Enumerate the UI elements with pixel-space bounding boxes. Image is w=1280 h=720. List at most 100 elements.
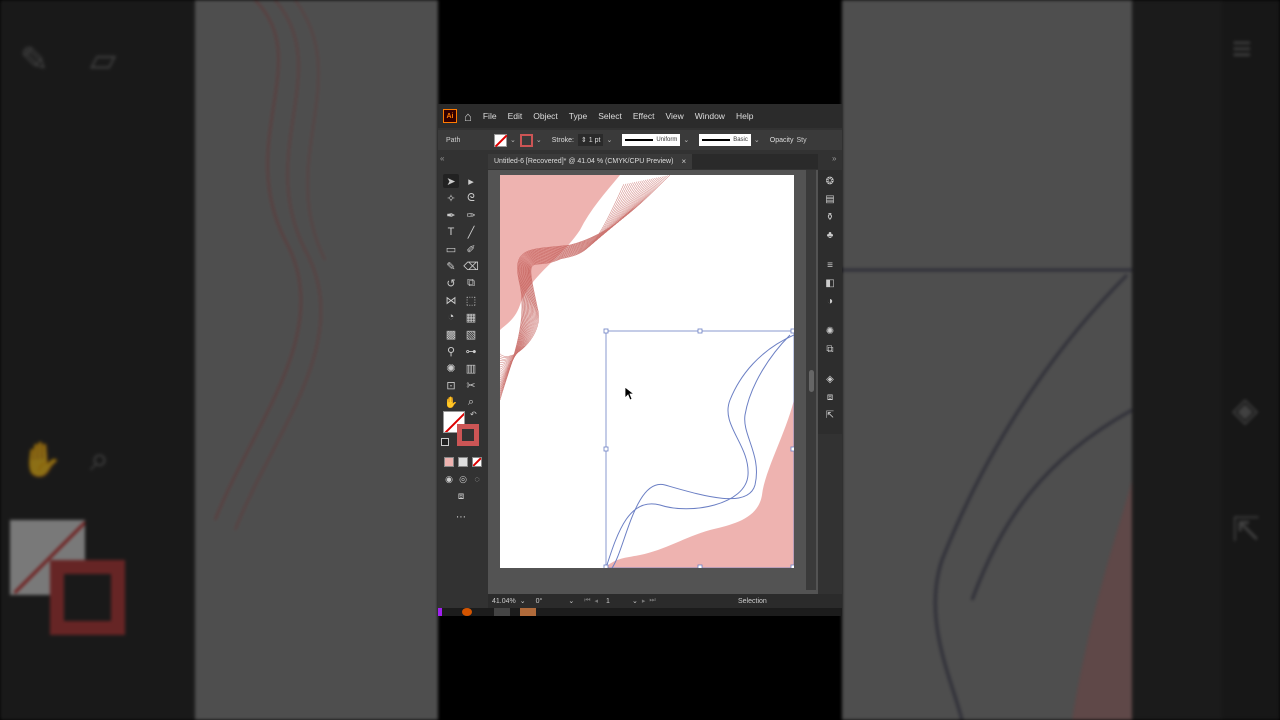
scale-tool-icon[interactable]: ⧉: [463, 276, 479, 290]
canvas[interactable]: [488, 170, 818, 594]
shape-builder-tool-icon[interactable]: ◔: [443, 310, 459, 324]
scrollbar-thumb[interactable]: [809, 370, 814, 392]
chevron-down-icon[interactable]: ⌄: [683, 136, 689, 144]
lasso-tool-icon[interactable]: ᘓ: [463, 191, 479, 205]
free-transform-tool-icon[interactable]: ⬚: [463, 293, 479, 307]
selection-type-label: Path: [446, 136, 461, 144]
first-artboard-icon[interactable]: ⏮: [584, 597, 590, 605]
shaper-tool-icon[interactable]: ✎: [443, 259, 459, 273]
gradient-mode-icon[interactable]: [458, 457, 468, 467]
gradient-panel-icon[interactable]: ◧: [822, 276, 838, 290]
chevron-down-icon[interactable]: ⌄: [536, 136, 542, 144]
appearance-panel-icon[interactable]: ✺: [822, 324, 838, 338]
chevron-down-icon[interactable]: ⌄: [568, 597, 574, 605]
opacity-link[interactable]: Opacity: [770, 137, 794, 144]
menu-file[interactable]: File: [483, 111, 497, 121]
document-tab[interactable]: Untitled-6 [Recovered]* @ 41.04 % (CMYK/…: [488, 154, 693, 169]
swap-colors-icon[interactable]: ↶: [470, 410, 477, 419]
next-artboard-icon[interactable]: ▸: [642, 597, 646, 605]
last-artboard-icon[interactable]: ⏭: [649, 597, 655, 605]
zoom-tool-icon[interactable]: ⌕: [463, 395, 479, 409]
app-logo: Ai: [443, 109, 457, 123]
edit-toolbar-icon[interactable]: ⋯: [453, 510, 469, 524]
menu-object[interactable]: Object: [533, 111, 558, 121]
artboard[interactable]: [500, 175, 794, 568]
style-link[interactable]: Sty: [797, 137, 807, 144]
blur-layers-icon: ◈: [1232, 391, 1259, 429]
chevron-down-icon[interactable]: ⌄: [510, 136, 516, 144]
rotate-tool-icon[interactable]: ↺: [443, 276, 459, 290]
app-icon[interactable]: [494, 608, 510, 616]
gradient-tool-icon[interactable]: ▧: [463, 327, 479, 341]
stroke-swatch[interactable]: [457, 424, 479, 446]
mesh-tool-icon[interactable]: ▩: [443, 327, 459, 341]
illustrator-taskbar-icon[interactable]: [520, 608, 536, 616]
slice-tool-icon[interactable]: ✂: [463, 378, 479, 392]
asset-export-panel-icon[interactable]: ⇱: [822, 408, 838, 422]
menu-edit[interactable]: Edit: [508, 111, 523, 121]
document-tab-title: Untitled-6 [Recovered]* @ 41.04 % (CMYK/…: [494, 158, 674, 165]
layers-panel-icon[interactable]: ◈: [822, 372, 838, 386]
fill-color-picker[interactable]: [494, 133, 507, 147]
symbol-sprayer-tool-icon[interactable]: ✺: [443, 361, 459, 375]
variable-width-profile[interactable]: Uniform: [622, 134, 681, 146]
column-graph-tool-icon[interactable]: ▥: [463, 361, 479, 375]
draw-inside-icon[interactable]: ◌: [469, 472, 485, 486]
stroke-color-picker[interactable]: [519, 133, 533, 147]
artboard-tool-icon[interactable]: ⊡: [443, 378, 459, 392]
selection-tool-icon[interactable]: ➤: [443, 174, 459, 188]
close-icon[interactable]: ×: [681, 157, 686, 166]
menu-effect[interactable]: Effect: [633, 111, 655, 121]
paintbrush-tool-icon[interactable]: ✐: [463, 242, 479, 256]
brushes-panel-icon[interactable]: ⚱: [822, 210, 838, 224]
status-bar: 41.04% ⌄ 0° ⌄ ⏮ ◂ 1 ⌄ ▸ ⏭ Selection: [488, 594, 842, 608]
symbols-panel-icon[interactable]: ♣: [822, 228, 838, 242]
stepper-icon[interactable]: ⇕: [581, 136, 587, 144]
brush-definition[interactable]: Basic: [699, 134, 751, 146]
blend-tool-icon[interactable]: ⊶: [463, 344, 479, 358]
blur-export-icon: ⇱: [1232, 511, 1261, 549]
eyedropper-tool-icon[interactable]: ⚲: [443, 344, 459, 358]
default-colors-icon[interactable]: [441, 438, 449, 446]
perspective-grid-tool-icon[interactable]: ▦: [463, 310, 479, 324]
color-panel-icon[interactable]: ❂: [822, 174, 838, 188]
magic-wand-tool-icon[interactable]: ✧: [443, 191, 459, 205]
zoom-level[interactable]: 41.04%: [492, 598, 516, 605]
color-mode-icon[interactable]: [444, 457, 454, 467]
artboards-panel-icon[interactable]: ⧈: [822, 390, 838, 404]
chevron-down-icon[interactable]: ⌄: [754, 136, 760, 144]
menu-type[interactable]: Type: [569, 111, 587, 121]
screen-mode-icon[interactable]: ⧈: [453, 489, 469, 503]
browser-icon[interactable]: [462, 608, 472, 616]
collapse-toolbar-icon[interactable]: «: [440, 154, 444, 163]
menu-view[interactable]: View: [665, 111, 683, 121]
graphic-styles-panel-icon[interactable]: ⧉: [822, 342, 838, 356]
none-mode-icon[interactable]: [472, 457, 482, 467]
chevron-down-icon[interactable]: ⌄: [606, 136, 612, 144]
stroke-panel-icon[interactable]: ≡: [822, 258, 838, 272]
direct-selection-tool-icon[interactable]: ▸: [463, 174, 479, 188]
width-tool-icon[interactable]: ⋈: [443, 293, 459, 307]
chevron-down-icon[interactable]: ⌄: [632, 597, 638, 605]
hand-tool-icon[interactable]: ✋: [443, 395, 459, 409]
menu-select[interactable]: Select: [598, 111, 622, 121]
collapse-panels-icon[interactable]: »: [832, 154, 836, 163]
chevron-down-icon[interactable]: ⌄: [520, 597, 526, 605]
eraser-tool-icon[interactable]: ⌫: [463, 259, 479, 273]
artboard-number[interactable]: 1: [606, 598, 610, 605]
pen-tool-icon[interactable]: ✒: [443, 208, 459, 222]
home-icon[interactable]: ⌂: [464, 109, 472, 124]
swatches-panel-icon[interactable]: ▤: [822, 192, 838, 206]
blur-stroke-swatch: [50, 560, 125, 635]
curvature-tool-icon[interactable]: ✑: [463, 208, 479, 222]
mouse-cursor-icon: [624, 386, 636, 401]
rectangle-tool-icon[interactable]: ▭: [443, 242, 459, 256]
type-tool-icon[interactable]: T: [443, 225, 459, 239]
transparency-panel-icon[interactable]: ◑: [822, 294, 838, 308]
stroke-weight-field[interactable]: ⇕ 1 pt: [577, 134, 604, 146]
menu-help[interactable]: Help: [736, 111, 753, 121]
menu-window[interactable]: Window: [695, 111, 725, 121]
previous-artboard-icon[interactable]: ◂: [595, 597, 599, 605]
line-tool-icon[interactable]: ╱: [463, 225, 479, 239]
rotation-value[interactable]: 0°: [536, 598, 543, 605]
